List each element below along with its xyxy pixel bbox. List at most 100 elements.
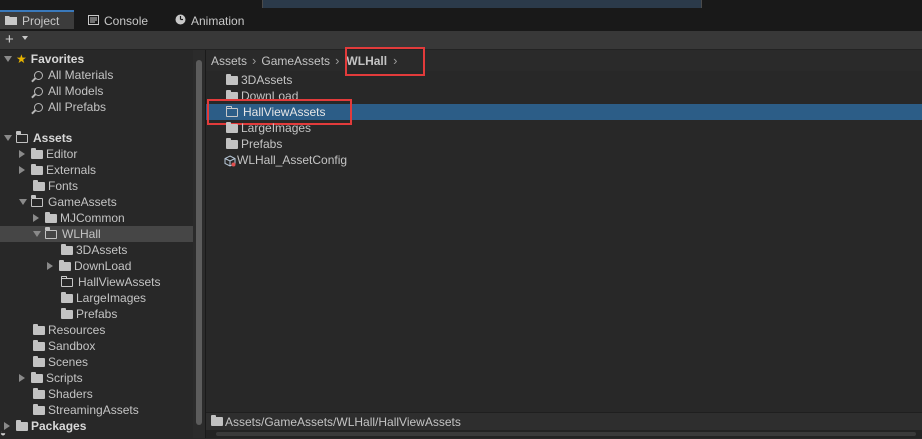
tab-bar: Project Console Animation — [0, 10, 922, 32]
folder-open-icon — [15, 131, 28, 143]
add-dropdown-chevron-icon[interactable] — [22, 36, 28, 40]
search-icon — [34, 102, 43, 112]
tree-item-wlhall[interactable]: WLHall — [0, 226, 193, 242]
expand-chevron-icon[interactable] — [19, 166, 25, 174]
file-item-3dassets[interactable]: 3DAssets — [206, 72, 922, 88]
tab-project[interactable]: Project — [0, 10, 74, 29]
folder-icon — [31, 371, 43, 383]
tree-assets[interactable]: Assets — [0, 130, 193, 146]
breadcrumb: Assets › GameAssets › WLHall › — [206, 50, 922, 71]
search-icon — [34, 86, 43, 96]
breadcrumb-gameassets[interactable]: GameAssets — [261, 54, 330, 68]
scene-view-edge — [262, 0, 702, 8]
expand-chevron-icon[interactable] — [4, 56, 12, 62]
folder-icon — [45, 211, 57, 223]
tree-item-resources[interactable]: Resources — [0, 322, 193, 338]
file-item-largeimages[interactable]: LargeImages — [206, 120, 922, 136]
folder-open-icon — [44, 227, 57, 239]
tab-animation-label: Animation — [191, 13, 245, 28]
tree-item-scripts[interactable]: Scripts — [0, 370, 193, 386]
tree-item-hallviewassets[interactable]: HallViewAssets — [0, 274, 193, 290]
tree-item-gameassets[interactable]: GameAssets — [0, 194, 193, 210]
expand-chevron-icon[interactable] — [33, 231, 41, 237]
file-label: 3DAssets — [241, 73, 293, 87]
tree-item-shaders[interactable]: Shaders — [0, 386, 193, 402]
folder-icon — [226, 121, 238, 133]
folder-icon — [226, 73, 238, 85]
folder-icon — [59, 259, 71, 271]
tree-item-label: Scenes — [48, 355, 89, 369]
favorites-label: Favorites — [30, 52, 85, 66]
animation-clock-icon — [175, 14, 186, 28]
tree-item-3dassets[interactable]: 3DAssets — [0, 242, 193, 258]
tree-item-prefabs[interactable]: Prefabs — [0, 306, 193, 322]
console-icon — [88, 14, 99, 28]
tab-animation[interactable]: Animation — [175, 10, 244, 31]
tree-item-label: StreamingAssets — [48, 403, 139, 417]
file-item-prefabs[interactable]: Prefabs — [206, 136, 922, 152]
lock-icon: ◒ — [0, 428, 7, 439]
expand-chevron-icon[interactable] — [19, 150, 25, 158]
horizontal-scrollbar[interactable] — [206, 430, 922, 438]
folder-outline-icon — [61, 275, 73, 287]
favorite-item[interactable]: All Models — [0, 83, 193, 99]
tree-scrollbar[interactable] — [193, 50, 205, 438]
tree-item-label: Fonts — [48, 179, 79, 193]
tree-favorites[interactable]: ★ Favorites — [0, 51, 193, 67]
tree-item-label: MJCommon — [60, 211, 125, 225]
file-label: WLHall_AssetConfig — [237, 153, 348, 167]
project-toolbar: + — [0, 31, 922, 50]
tree-item-label: 3DAssets — [76, 243, 128, 257]
folder-icon — [16, 419, 28, 431]
tree-item-label: Prefabs — [76, 307, 118, 321]
search-icon — [34, 70, 43, 80]
tree-item-streamingassets[interactable]: StreamingAssets — [0, 402, 193, 418]
tree-item-label: WLHall — [62, 227, 101, 241]
tree-item-label: Editor — [46, 147, 78, 161]
tab-console-label: Console — [104, 13, 149, 28]
scriptable-object-cube-icon — [224, 155, 236, 167]
tree-item-externals[interactable]: Externals — [0, 162, 193, 178]
tree-item-fonts[interactable]: Fonts — [0, 178, 193, 194]
folder-icon — [5, 14, 17, 28]
expand-chevron-icon[interactable] — [4, 135, 12, 141]
breadcrumb-assets[interactable]: Assets — [211, 54, 247, 68]
tree-item-label: Shaders — [48, 387, 93, 401]
tree-item-editor[interactable]: Editor — [0, 146, 193, 162]
tree-item-label: GameAssets — [48, 195, 117, 209]
tree-item-mjcommon[interactable]: MJCommon — [0, 210, 193, 226]
scrollbar-thumb[interactable] — [196, 60, 202, 425]
tab-console[interactable]: Console — [88, 10, 148, 31]
folder-icon — [31, 163, 43, 175]
favorite-label: All Prefabs — [48, 100, 107, 114]
folder-icon — [31, 147, 43, 159]
favorite-label: All Models — [48, 84, 104, 98]
tree-packages[interactable]: Packages — [0, 418, 193, 434]
favorite-label: All Materials — [48, 68, 114, 82]
tree-item-label: LargeImages — [76, 291, 147, 305]
folder-icon — [33, 387, 45, 399]
expand-chevron-icon[interactable] — [19, 374, 25, 382]
folder-icon — [61, 307, 73, 319]
tree-item-label: Scripts — [46, 371, 83, 385]
tree-item-sandbox[interactable]: Sandbox — [0, 338, 193, 354]
tree-item-scenes[interactable]: Scenes — [0, 354, 193, 370]
favorite-item[interactable]: All Materials — [0, 67, 193, 83]
tree-item-label: Sandbox — [48, 339, 96, 353]
expand-chevron-icon[interactable] — [47, 262, 53, 270]
expand-chevron-icon[interactable] — [33, 214, 39, 222]
add-button[interactable]: + — [5, 31, 14, 49]
packages-label: Packages — [31, 419, 87, 433]
folder-open-icon — [30, 195, 43, 207]
selected-path: Assets/GameAssets/WLHall/HallViewAssets — [225, 415, 461, 429]
tree-item-download[interactable]: DownLoad — [0, 258, 193, 274]
expand-chevron-icon[interactable] — [19, 199, 27, 205]
file-item-wlhall-assetconfig[interactable]: WLHall_AssetConfig — [206, 152, 922, 168]
file-label: Prefabs — [241, 137, 283, 151]
scrollbar-thumb[interactable] — [216, 432, 916, 436]
chevron-right-icon: › — [335, 53, 340, 68]
tab-project-label: Project — [22, 13, 60, 28]
favorite-item[interactable]: All Prefabs — [0, 99, 193, 115]
tree-item-largeimages[interactable]: LargeImages — [0, 290, 193, 306]
folder-icon — [61, 291, 73, 303]
